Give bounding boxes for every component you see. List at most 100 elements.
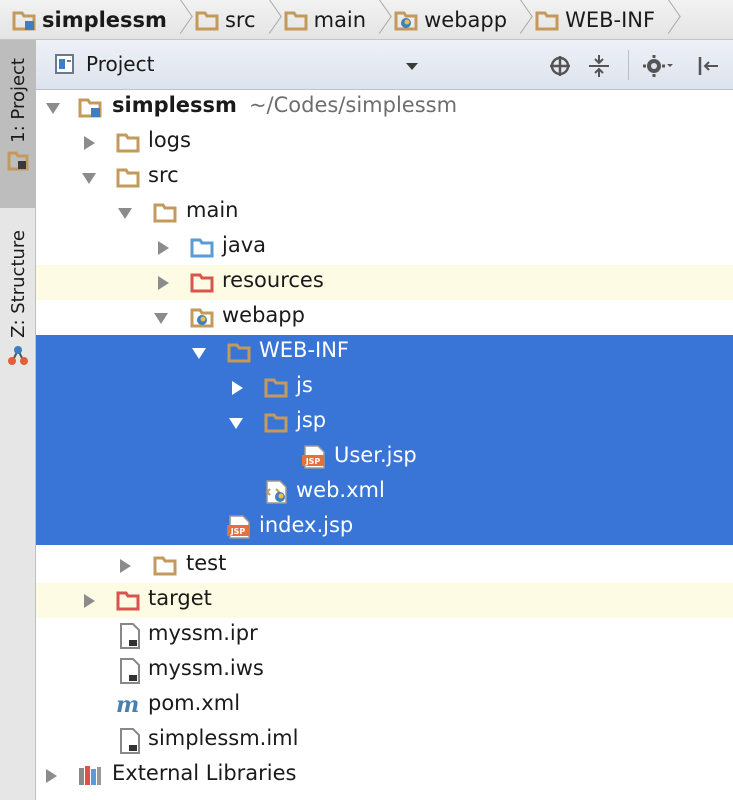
tree-item-label: target	[148, 586, 212, 610]
tree-item-web-xml[interactable]: web.xml	[36, 475, 733, 510]
tree-item-simplessm[interactable]: simplessm ~/Codes/simplessm	[36, 90, 733, 125]
web-folder-icon	[190, 308, 214, 328]
breadcrumb-separator	[661, 0, 675, 39]
tree-item-user-jsp[interactable]: JSP User.jsp	[36, 440, 733, 475]
chevron-down-icon[interactable]	[406, 63, 418, 70]
expand-arrow-icon[interactable]	[192, 348, 206, 359]
breadcrumb-web-inf[interactable]: WEB-INF	[531, 0, 659, 39]
libraries-icon	[79, 766, 101, 785]
expand-arrow-icon[interactable]	[232, 381, 243, 395]
web-xml-file-icon	[265, 480, 287, 504]
expand-arrow-icon[interactable]	[46, 103, 60, 114]
header-divider	[628, 50, 629, 80]
gear-icon[interactable]	[643, 54, 675, 78]
tree-item-myssm-ipr[interactable]: myssm.ipr	[36, 618, 733, 653]
tree-item-logs[interactable]: logs	[36, 125, 733, 160]
locate-icon[interactable]	[548, 54, 572, 78]
folder-icon	[227, 343, 251, 363]
breadcrumb-label: simplessm	[42, 7, 167, 32]
breadcrumb-label: main	[313, 7, 367, 32]
excluded-folder-icon	[116, 591, 140, 611]
tree-item-target[interactable]: target	[36, 583, 733, 618]
tree-item-label: simplessm.iml	[148, 726, 299, 750]
tree-item-resources[interactable]: resources	[36, 265, 733, 300]
jsp-file-icon: JSP	[227, 515, 250, 539]
project-path: ~/Codes/simplessm	[248, 93, 458, 117]
tree-item-src[interactable]: src	[36, 160, 733, 195]
source-folder-icon	[190, 238, 214, 258]
expand-arrow-icon[interactable]	[82, 173, 96, 184]
tree-item-label: test	[186, 551, 227, 575]
folder-icon	[284, 11, 308, 30]
expand-arrow-icon[interactable]	[229, 418, 243, 429]
maven-icon: m	[116, 694, 139, 716]
expand-arrow-icon[interactable]	[158, 276, 169, 290]
tree-item-test[interactable]: test	[36, 548, 733, 583]
module-folder-icon	[78, 98, 102, 118]
tree-item-label: pom.xml	[148, 691, 241, 715]
breadcrumb-simplessm[interactable]: simplessm	[8, 0, 171, 39]
project-tree: simplessm ~/Codes/simplessm logs src main…	[36, 90, 733, 800]
tree-item-label: External Libraries	[112, 761, 297, 785]
tree-item-label: WEB-INF	[259, 338, 349, 362]
breadcrumb-main[interactable]: main	[280, 0, 370, 39]
tree-item-label: main	[186, 198, 239, 222]
folder-icon	[264, 378, 288, 398]
tree-item-web-inf[interactable]: WEB-INF	[36, 335, 733, 370]
tab-project-label: 1: Project	[7, 58, 29, 143]
expand-arrow-icon[interactable]	[120, 559, 131, 573]
module-folder-icon	[12, 11, 36, 30]
breadcrumb-webapp[interactable]: webapp	[390, 0, 511, 39]
project-view-icon	[55, 54, 74, 74]
breadcrumb-label: src	[224, 7, 256, 32]
svg-text:JSP: JSP	[230, 527, 246, 536]
breadcrumb-src[interactable]: src	[191, 0, 260, 39]
view-selector[interactable]: Project	[54, 52, 154, 76]
folder-icon	[153, 203, 177, 223]
navigation-bar: simplessm src main webapp WEB-INF	[0, 0, 733, 40]
tree-item-java[interactable]: java	[36, 230, 733, 265]
tree-item-index-jsp[interactable]: JSP index.jsp	[36, 510, 733, 545]
folder-icon	[153, 556, 177, 576]
tree-item-label: webapp	[222, 303, 305, 327]
tree-item-jsp[interactable]: jsp	[36, 405, 733, 440]
folder-icon	[264, 413, 288, 433]
project-icon	[7, 151, 29, 171]
tree-item-label: jsp	[296, 408, 327, 432]
structure-icon	[8, 345, 28, 365]
tree-item-label: User.jsp	[334, 443, 417, 467]
expand-arrow-icon[interactable]	[84, 594, 95, 608]
tree-item-label: index.jsp	[259, 513, 354, 537]
hide-panel-icon[interactable]	[696, 54, 720, 78]
breadcrumb-separator	[513, 0, 527, 39]
tree-item-label: src	[148, 163, 179, 187]
expand-arrow-icon[interactable]	[84, 136, 95, 150]
folder-icon	[195, 11, 219, 30]
tool-window-strip: 1: Project Z: Structure	[0, 40, 36, 800]
expand-arrow-icon[interactable]	[46, 769, 57, 783]
expand-arrow-icon[interactable]	[154, 313, 168, 324]
project-panel-header: Project	[36, 40, 733, 90]
collapse-all-icon[interactable]	[587, 54, 611, 78]
tree-item-label: simplessm ~/Codes/simplessm	[112, 93, 458, 117]
folder-icon	[116, 133, 140, 153]
tree-item-webapp[interactable]: webapp	[36, 300, 733, 335]
file-icon	[120, 728, 140, 754]
tree-item-myssm-iws[interactable]: myssm.iws	[36, 653, 733, 688]
breadcrumb-separator	[372, 0, 386, 39]
breadcrumb-label: webapp	[424, 7, 508, 32]
tree-item-main[interactable]: main	[36, 195, 733, 230]
expand-arrow-icon[interactable]	[158, 241, 169, 255]
svg-text:m: m	[116, 694, 139, 716]
tab-structure[interactable]: Z: Structure	[0, 220, 36, 380]
tree-item-external-libraries[interactable]: External Libraries	[36, 758, 733, 793]
tab-project[interactable]: 1: Project	[0, 40, 36, 208]
folder-icon	[116, 168, 140, 188]
tree-item-label: logs	[148, 128, 191, 152]
tree-item-label: js	[296, 373, 313, 397]
tree-item-simplessm-iml[interactable]: simplessm.iml	[36, 723, 733, 758]
tree-item-js[interactable]: js	[36, 370, 733, 405]
breadcrumb-label: WEB-INF	[565, 7, 656, 32]
expand-arrow-icon[interactable]	[118, 208, 132, 219]
tree-item-pom-xml[interactable]: m pom.xml	[36, 688, 733, 723]
